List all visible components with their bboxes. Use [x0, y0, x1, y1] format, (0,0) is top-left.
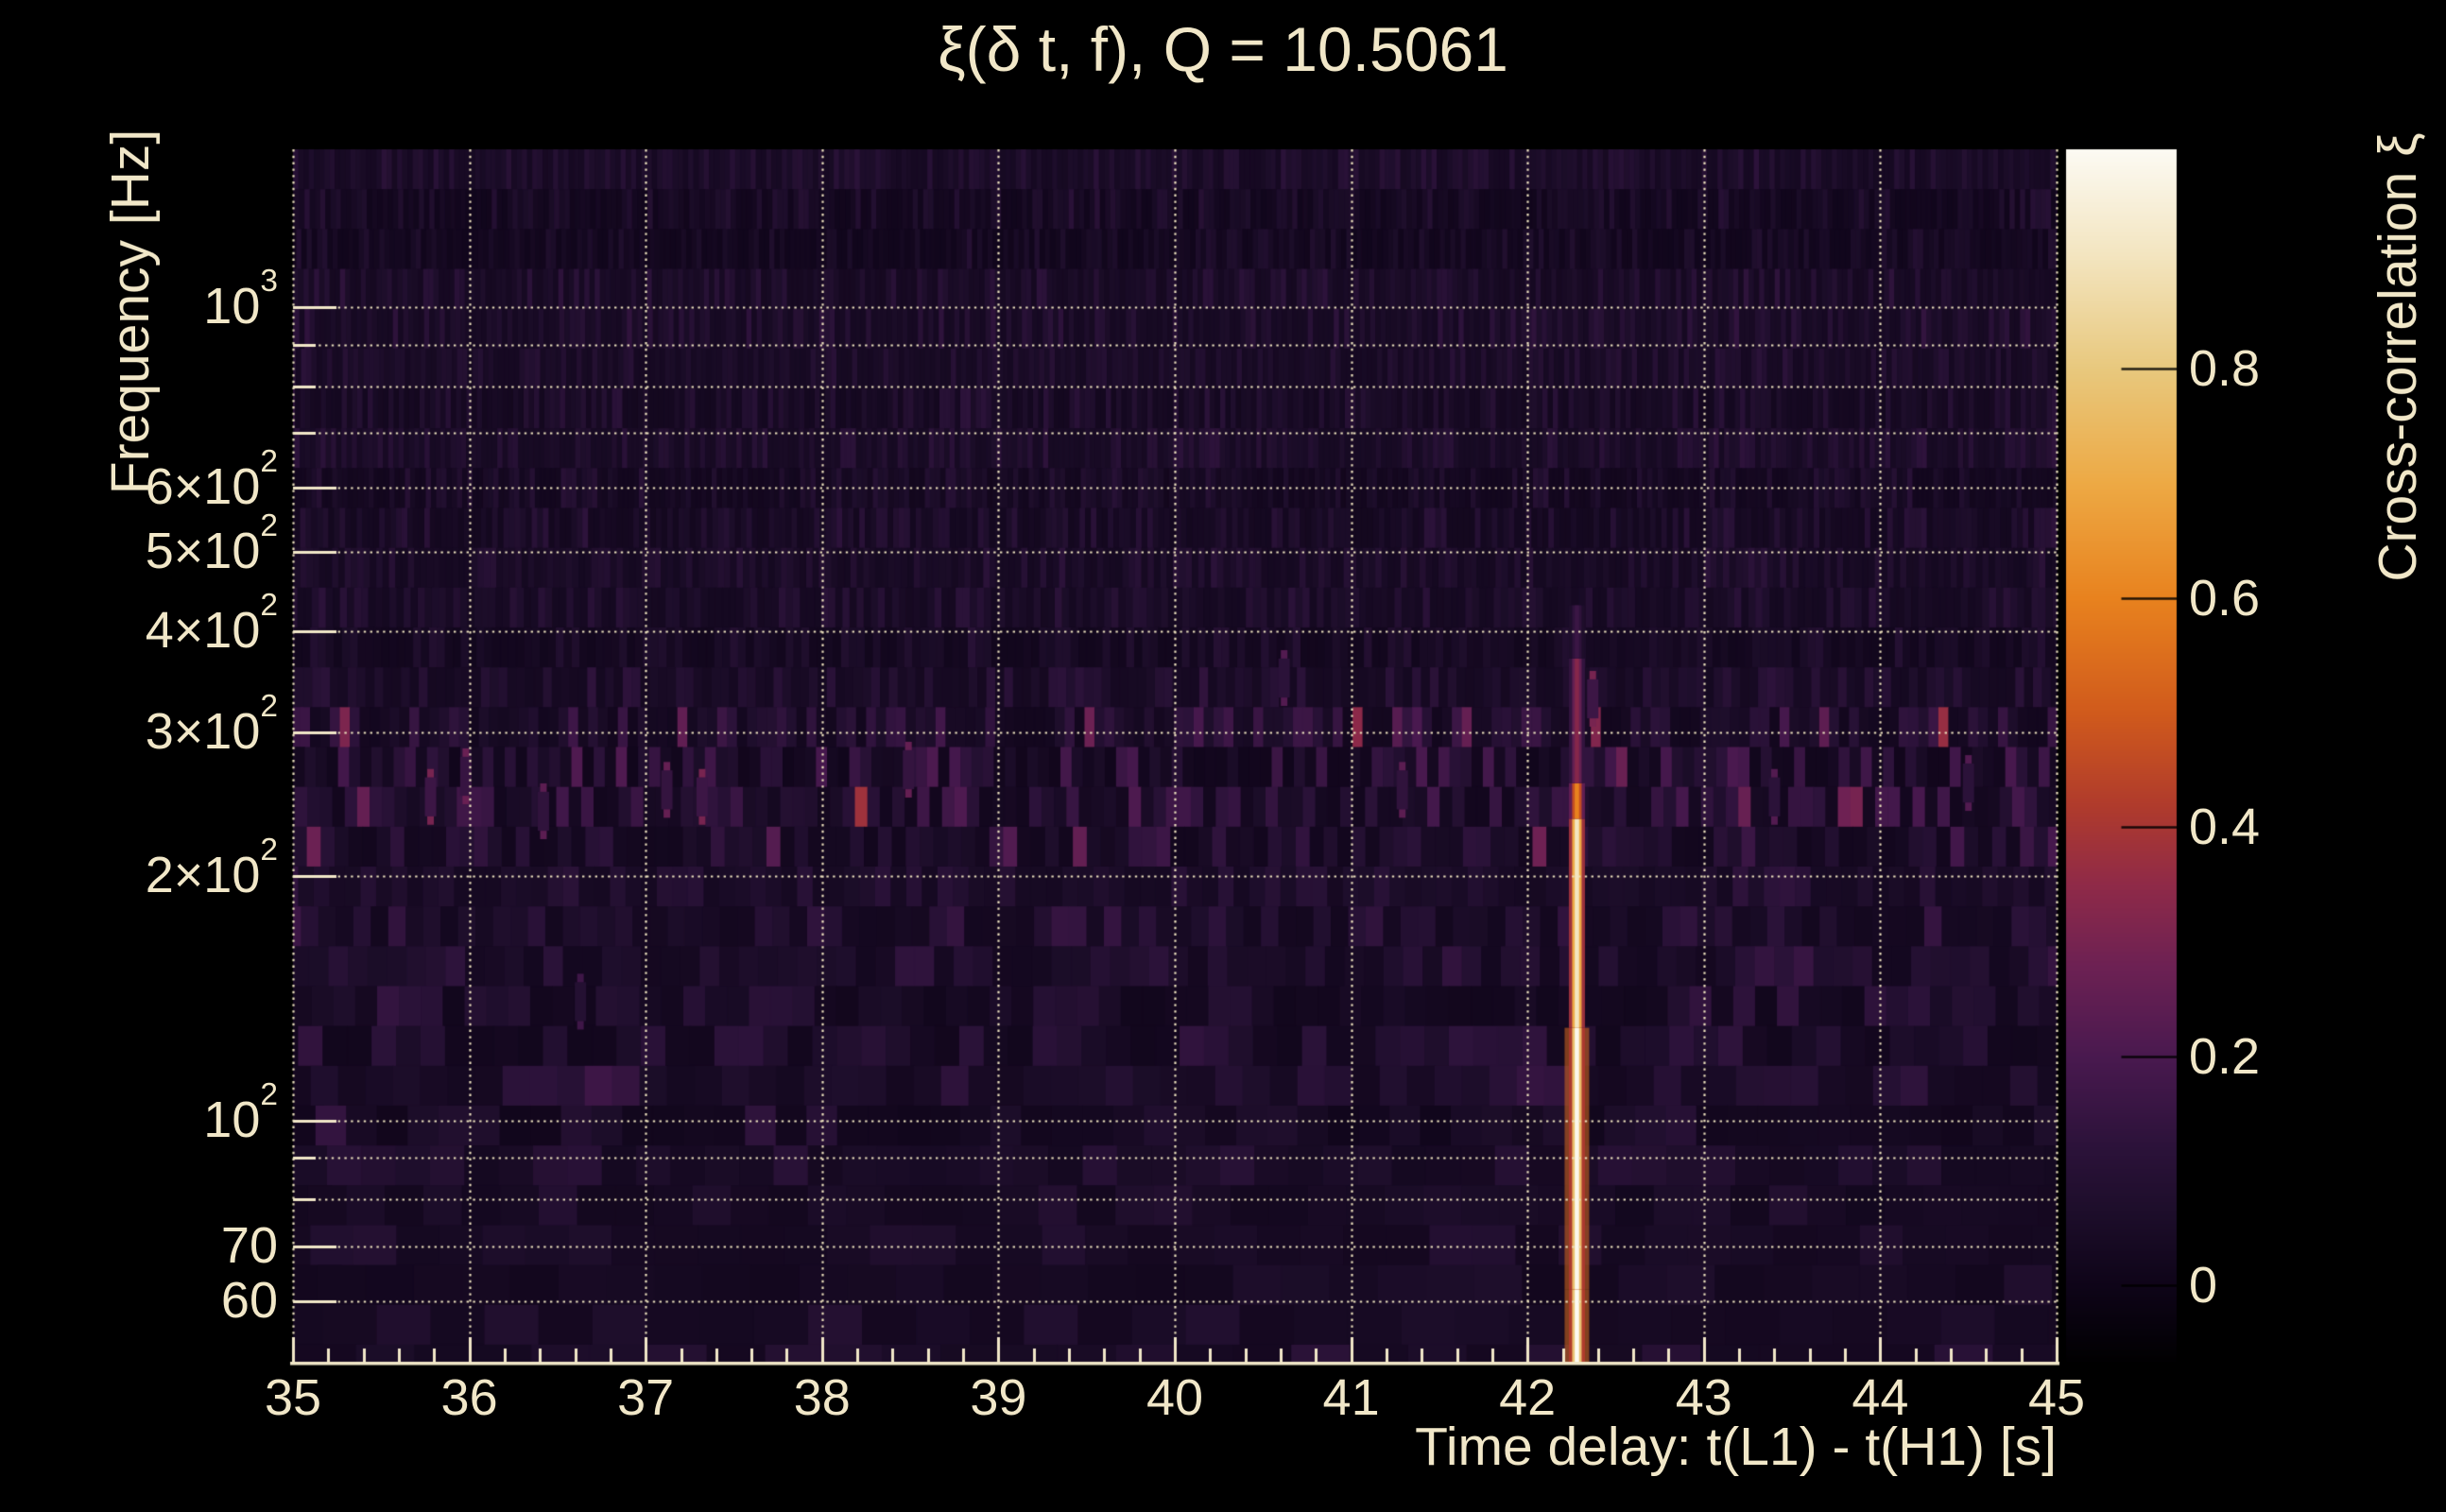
colorbar-title: Cross-correlation ξ: [2368, 132, 2428, 582]
x-tick-label: 45: [2027, 1369, 2086, 1426]
x-tick-label: 37: [617, 1369, 675, 1426]
chart-title: ξ(δ t, f), Q = 10.5061: [938, 14, 1508, 84]
y-tick-label: 103: [203, 264, 278, 335]
colorbar-tick-label: 0.6: [2189, 569, 2261, 627]
x-tick-label: 38: [793, 1369, 851, 1426]
x-tick-label: 35: [264, 1369, 322, 1426]
y-tick-label: 102: [203, 1076, 278, 1148]
colorbar-tick-label: 0.2: [2189, 1027, 2261, 1085]
x-tick-label: 36: [440, 1369, 498, 1426]
x-tick-label: 41: [1322, 1369, 1380, 1426]
y-tick-label: 70: [220, 1216, 278, 1274]
y-tick-label: 4×102: [145, 587, 278, 659]
x-tick-label: 43: [1675, 1369, 1732, 1426]
y-tick-label: 3×102: [145, 689, 278, 761]
colorbar-tick-label: 0.4: [2189, 799, 2261, 855]
y-tick-label: 2×102: [145, 832, 278, 903]
x-tick-label: 42: [1499, 1369, 1557, 1426]
colorbar-tick-label: 0: [2189, 1257, 2218, 1314]
cross-correlation-plot: ξ(δ t, f), Q = 10.5061 Frequency [Hz] Ti…: [0, 0, 2446, 1512]
colorbar-tick-label: 0.8: [2189, 340, 2261, 397]
heatmap-canvas: [0, 0, 2446, 1512]
y-tick-label: 6×102: [145, 443, 278, 516]
x-tick-label: 40: [1145, 1369, 1204, 1426]
x-tick-label: 44: [1852, 1369, 1909, 1426]
y-tick-label: 5×102: [145, 508, 278, 580]
y-tick-label: 60: [220, 1271, 278, 1329]
x-tick-label: 39: [970, 1369, 1027, 1426]
